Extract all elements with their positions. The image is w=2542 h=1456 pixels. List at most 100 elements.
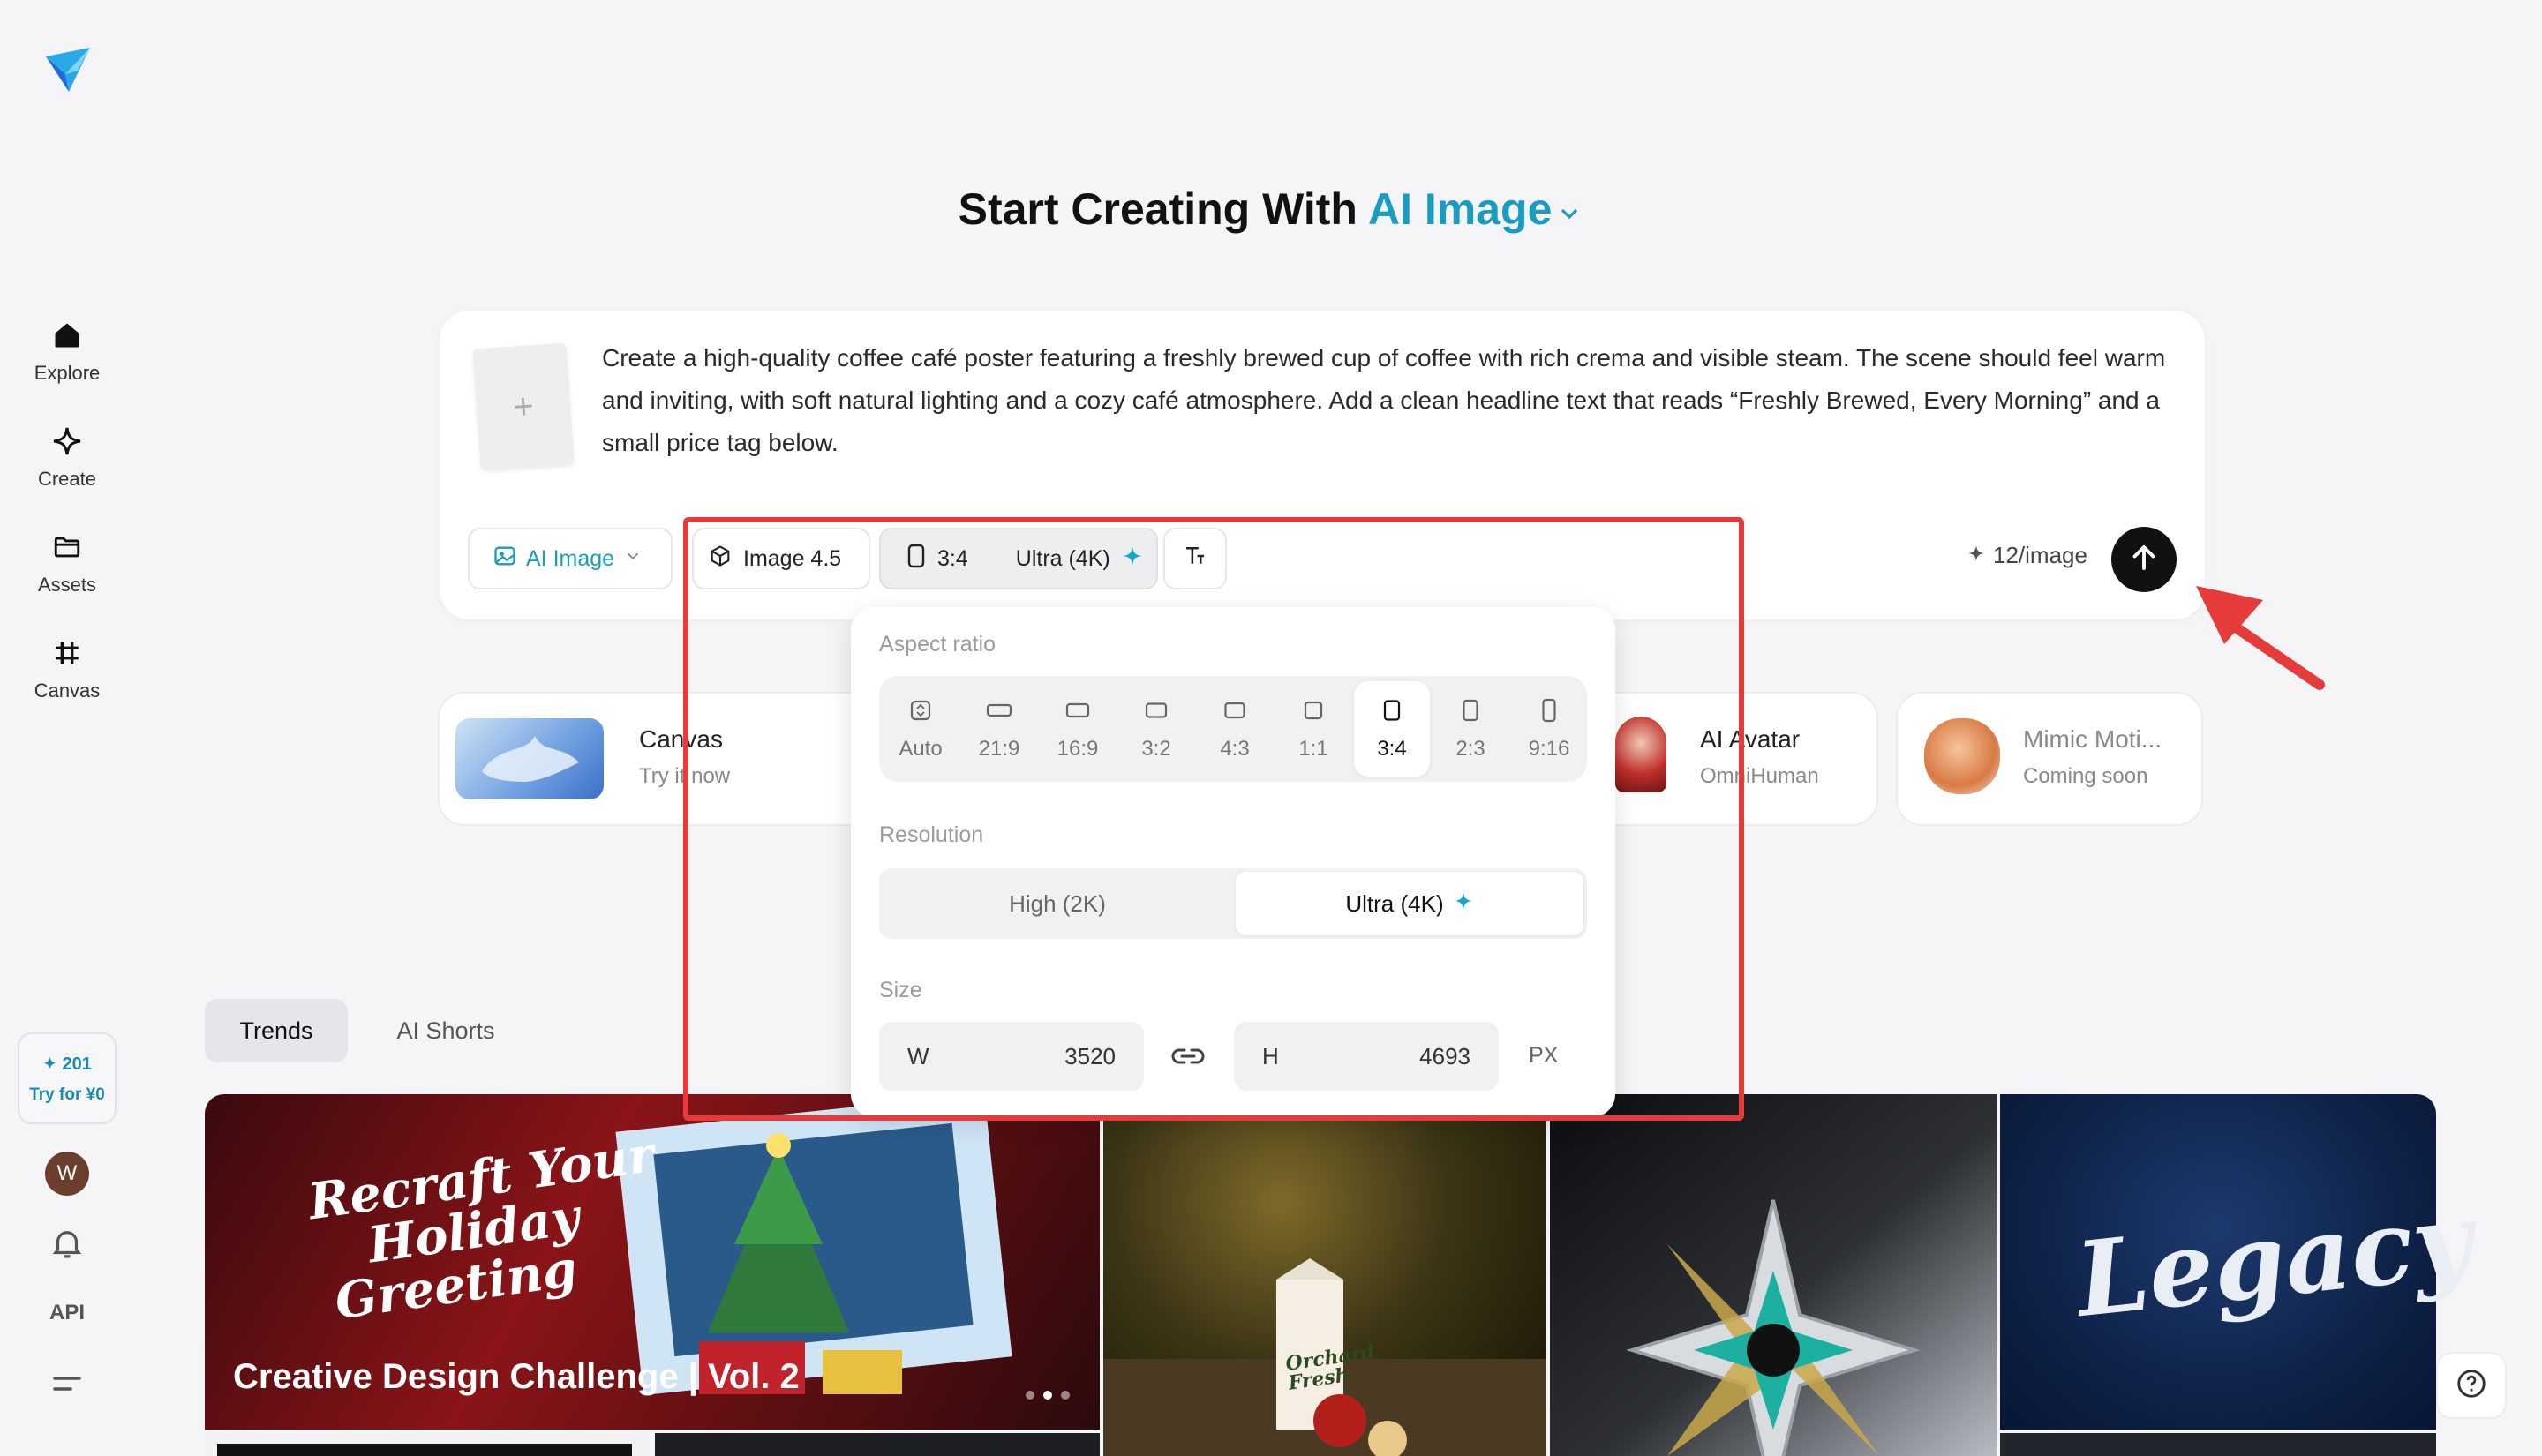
submit-button[interactable] <box>2111 527 2177 592</box>
resolution-option-label: Ultra (4K) <box>1345 889 1444 917</box>
model-selector[interactable]: Image 4.5 <box>692 528 870 589</box>
auto-ratio-icon <box>907 697 934 728</box>
ratio-shape-icon <box>1300 697 1327 728</box>
credits-box[interactable]: ✦ 201 Try for ¥0 <box>18 1032 117 1124</box>
gallery-caption: Creative Design Challenge | Vol. 2 <box>233 1357 800 1396</box>
sidebar-item-canvas[interactable]: Canvas <box>18 634 117 722</box>
tab-ai-shorts[interactable]: AI Shorts <box>371 999 521 1062</box>
ratio-option-auto[interactable]: Auto <box>883 681 959 777</box>
image-icon <box>493 544 517 574</box>
resolution-label: Resolution <box>879 822 984 847</box>
sidebar-item-explore[interactable]: Explore <box>18 316 117 404</box>
feature-title: AI Avatar <box>1700 725 1801 753</box>
mode-selector-label: AI Image <box>1367 184 1553 234</box>
ratio-shape-icon <box>1536 697 1562 728</box>
mode-selector[interactable]: AI Image <box>1368 184 1583 234</box>
carousel-dot[interactable] <box>1026 1391 1034 1400</box>
ratio-option-9-16[interactable]: 9:16 <box>1511 681 1587 777</box>
width-input[interactable]: W 3520 <box>879 1022 1144 1091</box>
gallery-row-next <box>655 1433 1100 1456</box>
ratio-shape-icon <box>1379 697 1405 728</box>
ratio-shape-icon <box>1143 697 1169 728</box>
ratio-option-4-3[interactable]: 4:3 <box>1197 681 1273 777</box>
ratio-option-21-9[interactable]: 21:9 <box>961 681 1037 777</box>
ratio-option-3-4[interactable]: 3:4 <box>1354 681 1430 777</box>
sidebar-item-label: Create <box>37 468 97 490</box>
chevron-down-icon <box>1555 187 1583 238</box>
ratio-option-label: 16:9 <box>1057 736 1099 761</box>
ratio-shape-icon <box>1064 697 1091 728</box>
help-button[interactable] <box>2436 1352 2507 1419</box>
resolution-option-high[interactable]: High (2K) <box>883 872 1232 935</box>
gallery-tile-brooch[interactable] <box>1550 1094 1997 1456</box>
height-input[interactable]: H 4693 <box>1234 1022 1499 1091</box>
cube-icon <box>708 544 733 574</box>
ratio-value: 3:4 <box>937 545 968 571</box>
gallery-tile-juice[interactable] <box>1103 1094 1546 1456</box>
avatar-thumbnail <box>1615 717 1666 792</box>
prompt-input[interactable]: Create a high-quality coffee café poster… <box>602 337 2173 464</box>
chevron-down-icon <box>623 546 643 572</box>
sparkle-icon <box>1967 542 1986 569</box>
avatar[interactable]: W <box>45 1152 89 1196</box>
arrow-up-icon <box>2128 542 2160 578</box>
page-title: Start Creating With AI Image <box>0 184 2542 238</box>
feature-title: Canvas <box>639 725 723 753</box>
ratio-option-16-9[interactable]: 16:9 <box>1040 681 1116 777</box>
try-free-label: Try for ¥0 <box>29 1084 105 1104</box>
add-reference-image-button[interactable]: + <box>472 342 575 471</box>
resolution-option-label: High (2K) <box>1009 889 1106 917</box>
page-title-prefix: Start Creating With <box>958 184 1357 234</box>
app-logo[interactable] <box>42 44 94 95</box>
ratio-option-1-1[interactable]: 1:1 <box>1275 681 1351 777</box>
sidebar-item-label: Canvas <box>34 679 101 702</box>
mode-dropdown[interactable]: AI Image <box>468 528 673 589</box>
ratio-option-2-3[interactable]: 2:3 <box>1433 681 1508 777</box>
feature-subtitle: Coming soon <box>2023 764 2148 788</box>
feature-subtitle: OmniHuman <box>1700 764 1819 788</box>
ratio-option-3-2[interactable]: 3:2 <box>1118 681 1194 777</box>
aspect-ratio-label: Aspect ratio <box>879 632 996 657</box>
bell-icon[interactable] <box>49 1225 86 1262</box>
ratio-shape-icon <box>986 697 1012 728</box>
grid-icon <box>48 634 86 672</box>
mode-dropdown-label: AI Image <box>526 545 615 571</box>
gallery-row-next <box>205 1433 650 1456</box>
carousel-dots[interactable] <box>1026 1391 1070 1400</box>
sidebar-item-label: Explore <box>34 362 101 384</box>
unit-label: PX <box>1529 1043 1559 1068</box>
sidebar-item-assets[interactable]: Assets <box>18 528 117 616</box>
height-value: 4693 <box>1419 1042 1470 1069</box>
ratio-option-label: 3:4 <box>1377 736 1407 761</box>
mimic-thumbnail <box>1924 718 2000 794</box>
ratio-option-label: 9:16 <box>1528 736 1570 761</box>
sparkle-icon <box>48 422 86 461</box>
cost-per-image: 12/image <box>1967 542 2087 569</box>
ratio-resolution-selector[interactable]: 3:4 Ultra (4K) <box>879 528 1158 589</box>
help-icon <box>2455 1367 2488 1405</box>
ratio-option-label: 21:9 <box>978 736 1020 761</box>
height-label: H <box>1262 1042 1279 1069</box>
plus-icon: + <box>511 386 536 427</box>
resolution-value: Ultra (4K) <box>1015 545 1110 571</box>
canvas-thumbnail <box>455 718 604 799</box>
annotation-arrow <box>2185 574 2327 697</box>
menu-icon[interactable] <box>49 1370 85 1398</box>
carousel-dot[interactable] <box>1061 1391 1070 1400</box>
text-style-button[interactable] <box>1163 528 1227 589</box>
resolution-option-ultra[interactable]: Ultra (4K) <box>1236 872 1583 935</box>
feature-title: Mimic Moti... <box>2023 725 2162 753</box>
sparkle-icon <box>1453 890 1474 918</box>
tab-trends[interactable]: Trends <box>205 999 348 1062</box>
sidebar-item-create[interactable]: Create <box>18 422 117 510</box>
ratio-option-label: Auto <box>899 736 943 761</box>
ratio-option-label: 4:3 <box>1220 736 1250 761</box>
link-icon[interactable] <box>1169 1041 1207 1071</box>
ratio-option-label: 1:1 <box>1298 736 1328 761</box>
ratio-shape-icon <box>1222 697 1248 728</box>
width-value: 3520 <box>1064 1042 1116 1069</box>
carousel-dot[interactable] <box>1043 1391 1052 1400</box>
sidebar-item-label: Assets <box>37 574 97 596</box>
api-link[interactable]: API <box>41 1301 94 1325</box>
ratio-option-label: 2:3 <box>1455 736 1485 761</box>
